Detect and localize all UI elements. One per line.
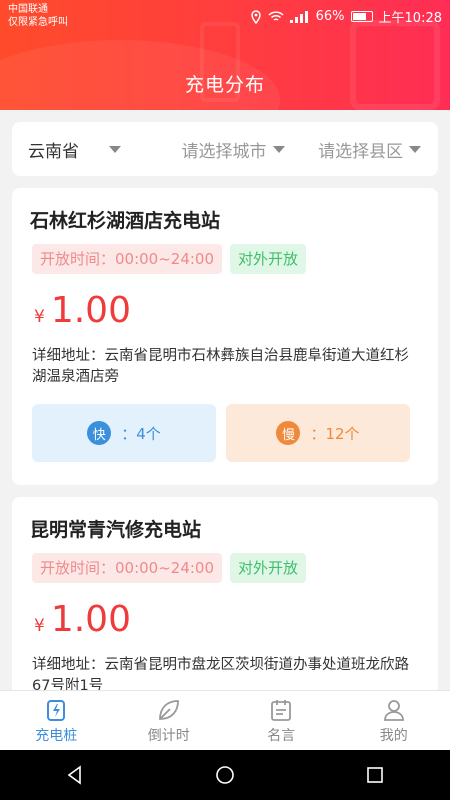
station-card[interactable]: 石林红杉湖酒店充电站 开放时间：00:00~24:00 对外开放 ¥1.00 详…	[12, 188, 438, 485]
price: ¥1.00	[34, 290, 131, 331]
price: ¥1.00	[34, 599, 131, 640]
fast-charger-count[interactable]: 快 ：4个	[32, 404, 216, 462]
status-bar: 中国联通 仅限紧急呼叫 66% 上午10:28	[0, 0, 450, 32]
caret-down-icon	[409, 145, 422, 153]
header-banner: 中国联通 仅限紧急呼叫 66% 上午10:28 充电分布	[0, 0, 450, 110]
station-address: 详细地址：云南省昆明市石林彝族自治县鹿阜街道大道红杉湖温泉酒店旁	[32, 348, 409, 385]
home-icon[interactable]	[214, 764, 236, 786]
battery-percent: 66%	[315, 9, 345, 24]
bottom-tab-bar: 充电桩 倒计时 名言 我的	[0, 690, 450, 750]
caret-down-icon	[109, 145, 121, 153]
carrier-name: 中国联通	[8, 4, 48, 15]
county-placeholder: 请选择县区	[318, 141, 404, 162]
currency-symbol: ¥	[34, 616, 45, 636]
tab-label: 名言	[267, 727, 296, 744]
charging-pile-icon	[47, 699, 66, 721]
slow-charger-count[interactable]: 慢 ：12个	[226, 404, 410, 462]
signal-icon	[289, 10, 310, 23]
carrier-info: 中国联通 仅限紧急呼叫	[8, 3, 68, 29]
station-name: 石林红杉湖酒店充电站	[30, 210, 221, 232]
station-card[interactable]: 昆明常青汽修充电站 开放时间：00:00~24:00 对外开放 ¥1.00 详细…	[12, 497, 438, 707]
clock: 上午10:28	[378, 11, 442, 26]
hours-tag: 开放时间：00:00~24:00	[32, 244, 223, 274]
tab-charging-pile[interactable]: 充电桩	[0, 691, 113, 750]
recents-icon[interactable]	[364, 764, 386, 786]
tab-countdown[interactable]: 倒计时	[113, 691, 226, 750]
tab-mine[interactable]: 我的	[338, 691, 450, 750]
person-icon	[383, 699, 404, 721]
hours-tag: 开放时间：00:00~24:00	[32, 553, 223, 583]
slow-badge-icon: 慢	[276, 421, 301, 445]
back-icon[interactable]	[64, 764, 86, 786]
tab-quotes[interactable]: 名言	[225, 691, 338, 750]
location-icon	[250, 9, 261, 24]
emergency-only: 仅限紧急呼叫	[8, 17, 68, 28]
openness-tag: 对外开放	[230, 244, 307, 274]
price-value: 1.00	[50, 599, 131, 640]
fast-count: ：4个	[121, 424, 161, 443]
battery-icon	[350, 11, 373, 22]
station-name: 昆明常青汽修充电站	[30, 519, 202, 541]
county-select[interactable]: 请选择县区	[301, 137, 438, 162]
tab-label: 充电桩	[35, 727, 78, 744]
fast-badge-icon: 快	[87, 421, 112, 445]
province-value: 云南省	[28, 141, 79, 162]
city-select[interactable]: 请选择城市	[165, 137, 302, 162]
wifi-icon	[268, 10, 284, 21]
openness-tag: 对外开放	[230, 553, 307, 583]
calendar-icon	[271, 699, 292, 721]
region-filter: 云南省 请选择城市 请选择县区	[12, 122, 438, 176]
system-nav-bar	[0, 750, 450, 800]
currency-symbol: ¥	[34, 307, 45, 327]
city-placeholder: 请选择城市	[181, 141, 267, 162]
caret-down-icon	[272, 145, 285, 153]
slow-count: ：12个	[310, 424, 360, 443]
tab-label: 我的	[379, 727, 408, 744]
leaf-icon	[158, 699, 179, 720]
province-select[interactable]: 云南省	[12, 137, 165, 162]
tab-label: 倒计时	[147, 727, 190, 744]
page-title: 充电分布	[184, 74, 265, 96]
price-value: 1.00	[50, 290, 131, 331]
